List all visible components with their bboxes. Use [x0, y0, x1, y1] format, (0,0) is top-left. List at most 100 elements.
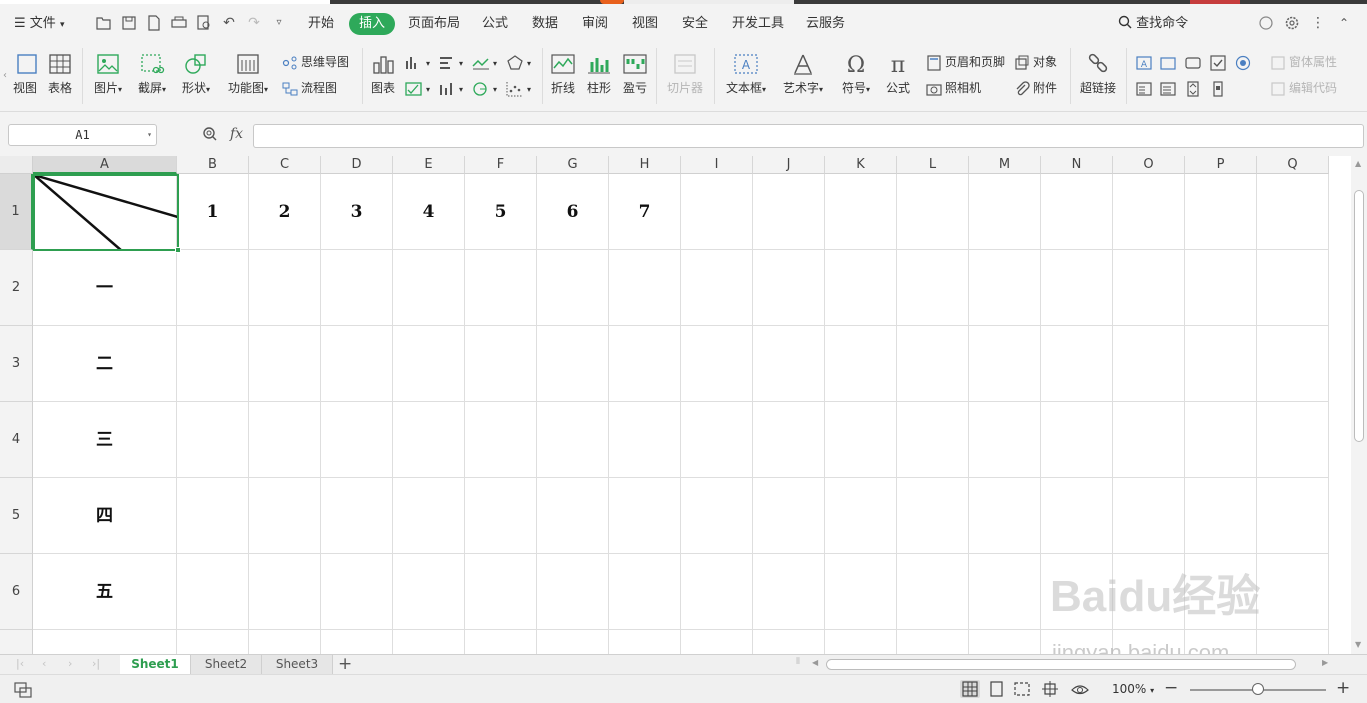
column-header-j[interactable]: J: [753, 156, 825, 174]
eye-protection-button[interactable]: [1070, 680, 1090, 698]
zoom-slider-knob[interactable]: [1252, 683, 1264, 695]
cell-q3[interactable]: [1257, 326, 1329, 402]
cell-q5[interactable]: [1257, 478, 1329, 554]
bar-chart-dropdown[interactable]: ▾: [438, 52, 463, 72]
cell-k4[interactable]: [825, 402, 897, 478]
cell-b4[interactable]: [177, 402, 249, 478]
cell-c4[interactable]: [249, 402, 321, 478]
column-header-b[interactable]: B: [177, 156, 249, 174]
cell-q1[interactable]: [1257, 174, 1329, 250]
column-header-h[interactable]: H: [609, 156, 681, 174]
form-button-control[interactable]: [1185, 52, 1204, 72]
symbol-button[interactable]: Ω 符号▾: [838, 52, 874, 96]
cell-m3[interactable]: [969, 326, 1041, 402]
cell-g5[interactable]: [537, 478, 609, 554]
column-header-o[interactable]: O: [1113, 156, 1185, 174]
cell-a7[interactable]: [33, 630, 177, 654]
scatter-chart-dropdown[interactable]: ▾: [506, 78, 531, 98]
select-all-corner[interactable]: [0, 156, 33, 174]
cell-e6[interactable]: [393, 554, 465, 630]
cell-b3[interactable]: [177, 326, 249, 402]
column-header-d[interactable]: D: [321, 156, 393, 174]
customize-toolbar-icon[interactable]: ▿: [271, 15, 287, 31]
cell-g3[interactable]: [537, 326, 609, 402]
cell-o5[interactable]: [1113, 478, 1185, 554]
object-button[interactable]: 对象: [1014, 52, 1057, 72]
macro-record-icon[interactable]: [14, 682, 32, 698]
cell-c6[interactable]: [249, 554, 321, 630]
cell-h6[interactable]: [609, 554, 681, 630]
column-header-i[interactable]: I: [681, 156, 753, 174]
sparkline-line-button[interactable]: 折线: [548, 52, 578, 96]
vertical-scroll-thumb[interactable]: [1354, 190, 1364, 442]
gear-icon[interactable]: [1284, 15, 1300, 31]
cell-d7[interactable]: [321, 630, 393, 654]
column-header-e[interactable]: E: [393, 156, 465, 174]
cell-c3[interactable]: [249, 326, 321, 402]
cell-l4[interactable]: [897, 402, 969, 478]
print-icon[interactable]: [171, 15, 187, 31]
cell-j1[interactable]: [753, 174, 825, 250]
cell-h5[interactable]: [609, 478, 681, 554]
cell-n2[interactable]: [1041, 250, 1113, 326]
cell-l6[interactable]: [897, 554, 969, 630]
scroll-left-icon[interactable]: ◀: [812, 658, 818, 667]
form-scrollbar-control[interactable]: [1210, 78, 1229, 98]
shape-button[interactable]: 形状▾: [178, 52, 214, 96]
cell-b6[interactable]: [177, 554, 249, 630]
header-footer-button[interactable]: 页眉和页脚: [926, 52, 1005, 72]
tab-cloud[interactable]: 云服务: [806, 14, 845, 34]
cell-j2[interactable]: [753, 250, 825, 326]
print-preview-icon[interactable]: [196, 15, 212, 31]
pie-chart-dropdown[interactable]: ▾: [472, 78, 497, 98]
column-header-f[interactable]: F: [465, 156, 537, 174]
redo-icon[interactable]: ↷: [246, 15, 262, 31]
form-checkbox-control[interactable]: [1210, 52, 1229, 72]
row-header-2[interactable]: 2: [0, 250, 33, 326]
column-header-p[interactable]: P: [1185, 156, 1257, 174]
cell-e2[interactable]: [393, 250, 465, 326]
cell-b2[interactable]: [177, 250, 249, 326]
cell-k2[interactable]: [825, 250, 897, 326]
cell-h3[interactable]: [609, 326, 681, 402]
cell-e5[interactable]: [393, 478, 465, 554]
cell-n5[interactable]: [1041, 478, 1113, 554]
cell-k5[interactable]: [825, 478, 897, 554]
cell-e4[interactable]: [393, 402, 465, 478]
cell-l2[interactable]: [897, 250, 969, 326]
cell-a6[interactable]: 五: [33, 554, 177, 630]
column-header-k[interactable]: K: [825, 156, 897, 174]
cell-b1[interactable]: 1: [177, 174, 249, 250]
pivot-view-button[interactable]: 视图: [10, 52, 40, 96]
cell-f4[interactable]: [465, 402, 537, 478]
formula-input[interactable]: [253, 124, 1364, 148]
name-box[interactable]: A1 ▾: [8, 124, 157, 146]
cell-i1[interactable]: [681, 174, 753, 250]
cell-f5[interactable]: [465, 478, 537, 554]
line-chart-dropdown[interactable]: ▾: [472, 52, 497, 72]
cell-k6[interactable]: [825, 554, 897, 630]
cell-o4[interactable]: [1113, 402, 1185, 478]
page-break-view-button[interactable]: [1012, 680, 1032, 698]
cell-a2[interactable]: 一: [33, 250, 177, 326]
cell-i7[interactable]: [681, 630, 753, 654]
tab-developer[interactable]: 开发工具: [732, 14, 784, 34]
cell-o3[interactable]: [1113, 326, 1185, 402]
cell-a5[interactable]: 四: [33, 478, 177, 554]
cell-l3[interactable]: [897, 326, 969, 402]
cell-o1[interactable]: [1113, 174, 1185, 250]
column-header-l[interactable]: L: [897, 156, 969, 174]
cell-g6[interactable]: [537, 554, 609, 630]
cell-m5[interactable]: [969, 478, 1041, 554]
scroll-up-icon[interactable]: ▲: [1355, 159, 1361, 168]
chart-button[interactable]: 图表: [368, 52, 398, 96]
cell-e3[interactable]: [393, 326, 465, 402]
cell-l5[interactable]: [897, 478, 969, 554]
cell-k7[interactable]: [825, 630, 897, 654]
cell-p2[interactable]: [1185, 250, 1257, 326]
zoom-level[interactable]: 100% ▾: [1112, 682, 1154, 696]
cell-g4[interactable]: [537, 402, 609, 478]
cell-m4[interactable]: [969, 402, 1041, 478]
sheet-tab-1[interactable]: Sheet1: [120, 655, 191, 675]
cell-m1[interactable]: [969, 174, 1041, 250]
